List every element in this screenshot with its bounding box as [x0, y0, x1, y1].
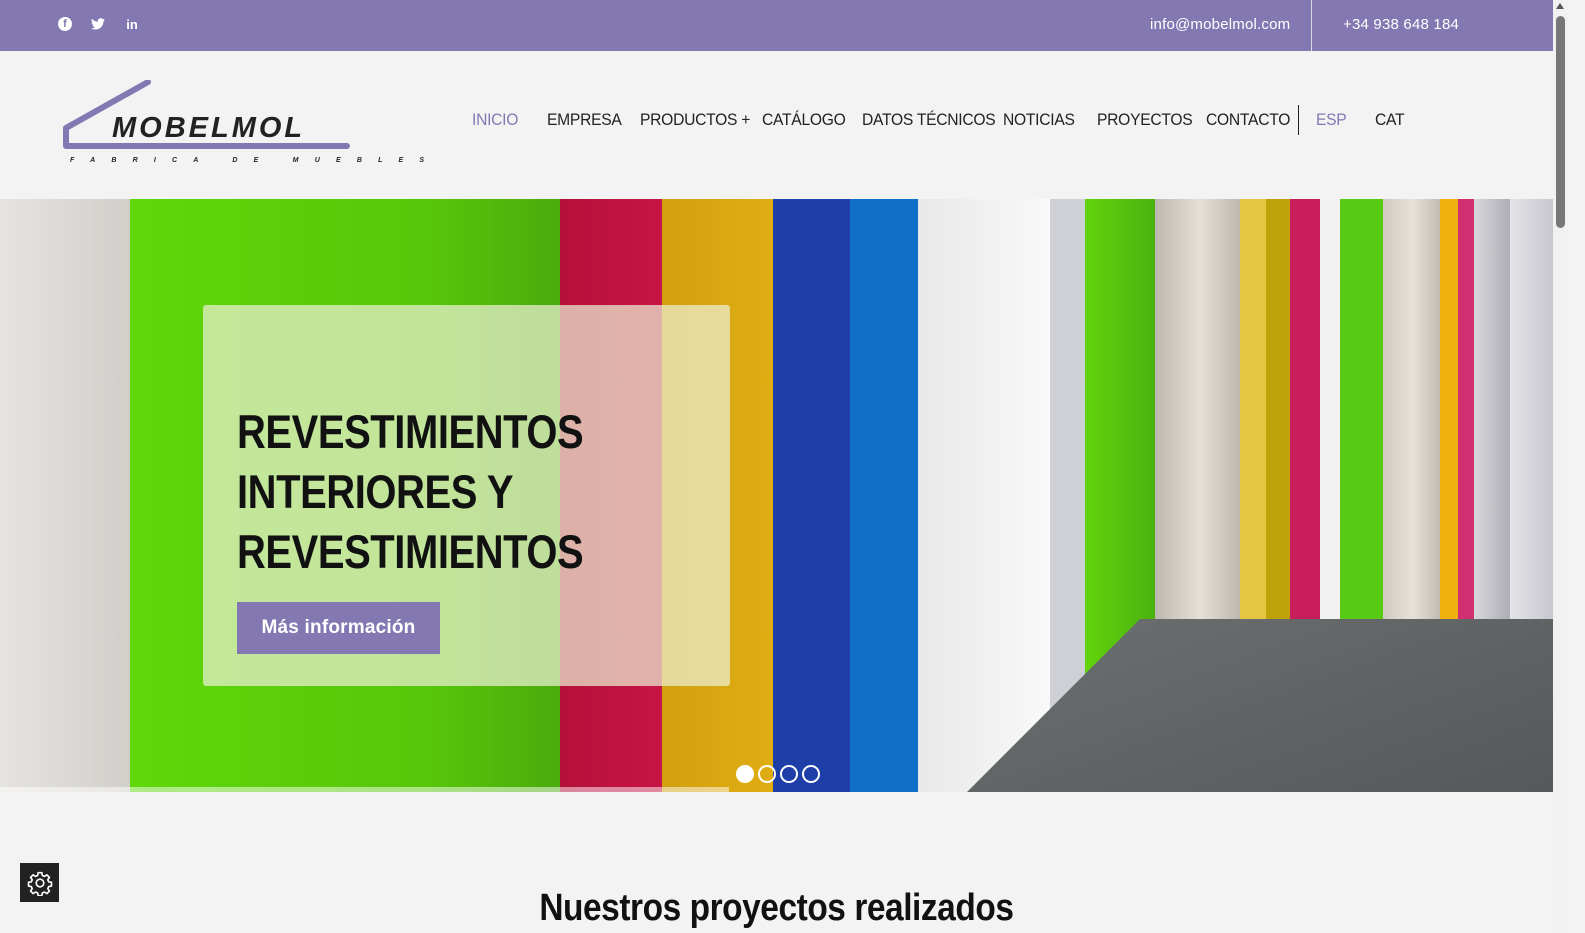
gear-icon: [27, 871, 52, 896]
nav-item-inicio[interactable]: INICIO: [472, 110, 541, 130]
twitter-icon[interactable]: [90, 15, 106, 33]
nav-item-proyectos[interactable]: PROYECTOS: [1097, 110, 1197, 130]
hero-caption: REVESTIMIENTOS INTERIORES Y REVESTIMIENT…: [203, 305, 730, 686]
logo-name: MOBELMOL: [112, 112, 306, 144]
social-links: f in: [58, 15, 140, 33]
slider-dot-3[interactable]: [780, 765, 798, 783]
nav-item-catalogo[interactable]: CATÁLOGO: [762, 110, 854, 130]
slider-dot-4[interactable]: [802, 765, 820, 783]
nav-item-noticias[interactable]: NOTICIAS: [1003, 110, 1089, 130]
nav-separator: [1298, 105, 1299, 135]
nav-item-empresa[interactable]: EMPRESA: [547, 110, 633, 130]
top-bar: f in info@mobelmol.com +34 938 648 184: [0, 0, 1568, 51]
site-logo[interactable]: MOBELMOL FABRICA DE MUEBLES: [62, 80, 424, 170]
slider-progress-bar: [0, 787, 729, 792]
facebook-icon[interactable]: f: [58, 17, 72, 31]
contact-phone-link[interactable]: +34 938 648 184: [1343, 16, 1459, 33]
language-esp[interactable]: ESP: [1316, 110, 1370, 130]
nav-item-datos-tecnicos[interactable]: DATOS TÉCNICOS: [862, 110, 996, 130]
scroll-up-icon[interactable]: [1556, 3, 1564, 9]
contact-email-link[interactable]: info@mobelmol.com: [1150, 16, 1290, 33]
nav-item-contacto[interactable]: CONTACTO: [1206, 110, 1291, 130]
scroll-thumb[interactable]: [1556, 16, 1565, 228]
page-scrollbar[interactable]: [1553, 0, 1568, 933]
topbar-divider: [1311, 0, 1312, 51]
main-nav: INICIO EMPRESA PRODUCTOS + CATÁLOGO DATO…: [472, 105, 1415, 135]
linkedin-icon[interactable]: in: [124, 15, 140, 33]
nav-item-productos[interactable]: PRODUCTOS +: [640, 110, 752, 130]
slider-dot-1[interactable]: [736, 765, 754, 783]
slider-pagination: [736, 765, 820, 783]
section-title: Nuestros proyectos realizados: [539, 887, 1014, 929]
cookie-settings-button[interactable]: [20, 863, 59, 902]
hero-slider: REVESTIMIENTOS INTERIORES Y REVESTIMIENT…: [0, 199, 1553, 792]
slider-dot-2[interactable]: [758, 765, 776, 783]
more-info-button[interactable]: Más información: [237, 602, 440, 654]
logo-tagline: FABRICA DE MUEBLES: [70, 157, 441, 164]
hero-title: REVESTIMIENTOS INTERIORES Y REVESTIMIENT…: [237, 405, 584, 578]
language-cat[interactable]: CAT: [1375, 110, 1412, 130]
